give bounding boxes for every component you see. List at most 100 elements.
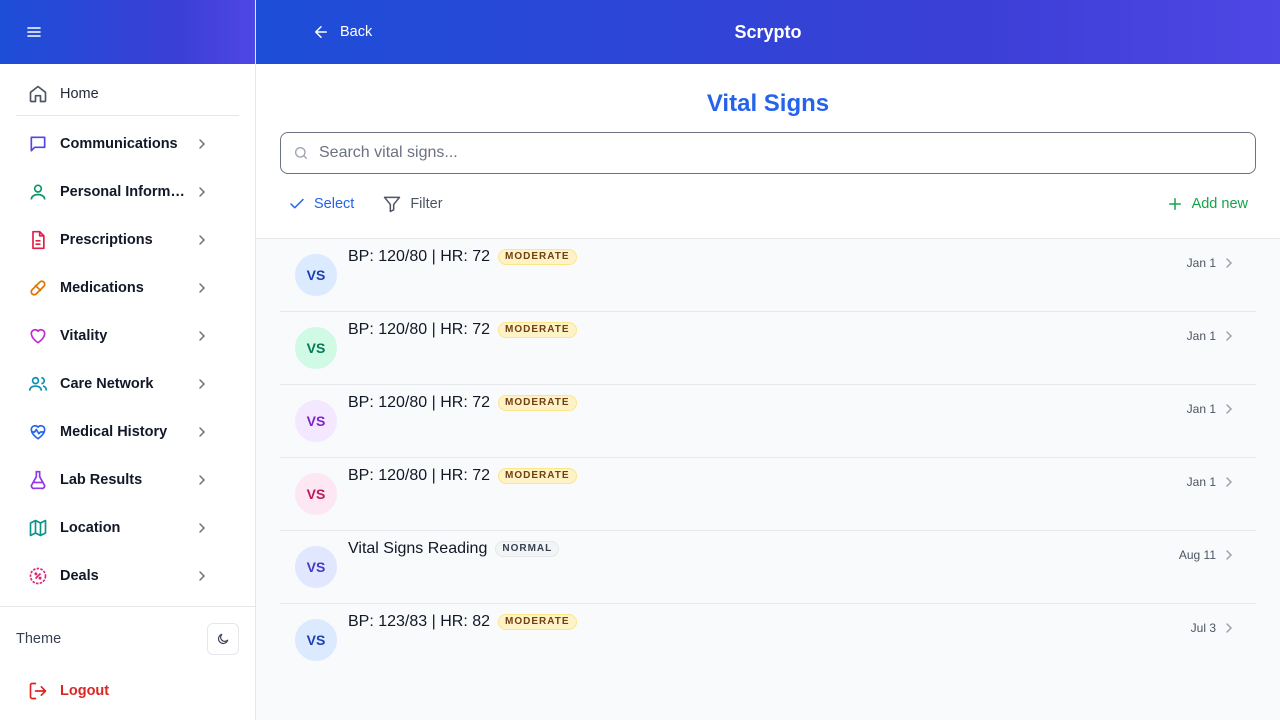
status-badge: MODERATE bbox=[498, 468, 577, 484]
user-icon bbox=[28, 182, 48, 202]
vital-signs-list: VS BP: 120/80 | HR: 72 MODERATE Jan 1 VS … bbox=[256, 239, 1280, 677]
filter-icon bbox=[382, 194, 402, 214]
flask-icon bbox=[28, 470, 48, 490]
plus-icon bbox=[1166, 195, 1184, 213]
list-item[interactable]: VS Vital Signs Reading NORMAL Aug 11 bbox=[280, 531, 1256, 604]
chevron-right-icon bbox=[199, 379, 206, 389]
logout-button[interactable]: Logout bbox=[0, 671, 255, 711]
avatar: VS bbox=[295, 546, 337, 588]
avatar: VS bbox=[295, 473, 337, 515]
menu-icon[interactable] bbox=[24, 22, 44, 42]
back-button[interactable]: Back bbox=[312, 0, 372, 64]
chevron-right-icon bbox=[1226, 258, 1233, 268]
sidebar-item-personal-information[interactable]: Personal Information bbox=[16, 168, 239, 216]
logout-label: Logout bbox=[60, 683, 110, 699]
avatar: VS bbox=[295, 327, 337, 369]
chevron-right-icon bbox=[1226, 550, 1233, 560]
select-label: Select bbox=[314, 196, 355, 212]
sidebar-item-home[interactable]: Home bbox=[16, 72, 239, 116]
status-badge: MODERATE bbox=[498, 322, 577, 338]
main-content: Back Scrypto Vital Signs Select Filter bbox=[256, 0, 1280, 720]
sidebar-item-label: Location bbox=[60, 520, 121, 536]
sidebar-item-communications[interactable]: Communications bbox=[16, 120, 239, 168]
record-date: Jan 1 bbox=[1186, 329, 1216, 343]
sidebar-item-label: Lab Results bbox=[60, 472, 143, 488]
chevron-right-icon bbox=[199, 283, 206, 293]
back-label: Back bbox=[340, 24, 373, 40]
check-icon bbox=[288, 195, 306, 213]
sidebar-nav: Home Communications Personal Information… bbox=[0, 64, 255, 600]
status-badge: MODERATE bbox=[498, 249, 577, 265]
sidebar: Home Communications Personal Information… bbox=[0, 0, 256, 720]
sidebar-item-label: Deals bbox=[60, 568, 99, 584]
chevron-right-icon bbox=[199, 475, 206, 485]
list-item[interactable]: VS BP: 120/80 | HR: 72 MODERATE Jan 1 bbox=[280, 385, 1256, 458]
list-item[interactable]: VS BP: 120/80 | HR: 72 MODERATE Jan 1 bbox=[280, 239, 1256, 312]
chevron-right-icon bbox=[199, 331, 206, 341]
chevron-right-icon bbox=[1226, 331, 1233, 341]
list-item[interactable]: VS BP: 123/83 | HR: 82 MODERATE Jul 3 bbox=[280, 604, 1256, 677]
theme-toggle-button[interactable] bbox=[207, 623, 239, 655]
status-badge: MODERATE bbox=[498, 614, 577, 630]
list-item[interactable]: VS BP: 120/80 | HR: 72 MODERATE Jan 1 bbox=[280, 312, 1256, 385]
avatar: VS bbox=[295, 254, 337, 296]
sidebar-item-deals[interactable]: Deals bbox=[16, 552, 239, 600]
list-controls: Vital Signs Select Filter bbox=[256, 64, 1280, 239]
app-title: Scrypto bbox=[734, 21, 802, 42]
select-button[interactable]: Select bbox=[280, 186, 362, 222]
record-title: BP: 120/80 | HR: 72 bbox=[348, 394, 491, 411]
chevron-right-icon bbox=[199, 571, 206, 581]
sidebar-item-lab-results[interactable]: Lab Results bbox=[16, 456, 239, 504]
sidebar-item-medical-history[interactable]: Medical History bbox=[16, 408, 239, 456]
filter-label: Filter bbox=[410, 196, 443, 212]
chevron-right-icon bbox=[1226, 404, 1233, 414]
theme-row: Theme bbox=[0, 607, 255, 671]
add-new-label: Add new bbox=[1191, 196, 1248, 212]
logout-icon bbox=[29, 682, 47, 700]
chevron-right-icon bbox=[199, 235, 206, 245]
record-date: Jul 3 bbox=[1190, 621, 1216, 635]
sidebar-item-care-network[interactable]: Care Network bbox=[16, 360, 239, 408]
sidebar-item-prescriptions[interactable]: Prescriptions bbox=[16, 216, 239, 264]
record-date: Jan 1 bbox=[1186, 402, 1216, 416]
sidebar-item-label: Prescriptions bbox=[60, 232, 153, 248]
record-title: BP: 120/80 | HR: 72 bbox=[348, 467, 491, 484]
sidebar-item-label: Communications bbox=[60, 136, 178, 152]
chevron-right-icon bbox=[199, 427, 206, 437]
record-date: Aug 11 bbox=[1178, 548, 1216, 562]
sidebar-header bbox=[0, 0, 255, 64]
top-bar: Back Scrypto bbox=[256, 0, 1280, 64]
record-title: BP: 120/80 | HR: 72 bbox=[348, 248, 491, 265]
sidebar-item-vitality[interactable]: Vitality bbox=[16, 312, 239, 360]
search-box bbox=[280, 132, 1256, 174]
sidebar-item-label: Vitality bbox=[60, 328, 108, 344]
search-input[interactable] bbox=[319, 144, 1255, 162]
sidebar-footer: Theme Logout bbox=[0, 606, 255, 720]
record-title: BP: 120/80 | HR: 72 bbox=[348, 321, 491, 338]
list-item[interactable]: VS BP: 120/80 | HR: 72 MODERATE Jan 1 bbox=[280, 458, 1256, 531]
sidebar-item-location[interactable]: Location bbox=[16, 504, 239, 552]
moon-icon bbox=[218, 633, 229, 644]
avatar: VS bbox=[295, 400, 337, 442]
sidebar-item-label: Medications bbox=[60, 280, 144, 296]
theme-label: Theme bbox=[16, 631, 62, 647]
map-icon bbox=[28, 518, 48, 538]
chevron-right-icon bbox=[199, 187, 206, 197]
add-new-button[interactable]: Add new bbox=[1158, 186, 1256, 222]
record-title: BP: 123/83 | HR: 82 bbox=[348, 613, 491, 630]
filter-button[interactable]: Filter bbox=[374, 186, 450, 222]
pill-icon bbox=[28, 278, 48, 298]
document-icon bbox=[28, 230, 48, 250]
sidebar-item-label: Home bbox=[60, 85, 99, 102]
badge-percent-icon bbox=[28, 566, 48, 586]
chevron-right-icon bbox=[199, 139, 206, 149]
sidebar-item-label: Care Network bbox=[60, 376, 154, 392]
toolbar: Select Filter Add new bbox=[280, 174, 1256, 234]
arrow-left-icon bbox=[315, 26, 327, 38]
status-badge: MODERATE bbox=[498, 395, 577, 411]
avatar: VS bbox=[295, 619, 337, 661]
page-title: Vital Signs bbox=[706, 90, 830, 117]
sidebar-item-medications[interactable]: Medications bbox=[16, 264, 239, 312]
chevron-right-icon bbox=[199, 523, 206, 533]
heart-icon bbox=[28, 326, 48, 346]
